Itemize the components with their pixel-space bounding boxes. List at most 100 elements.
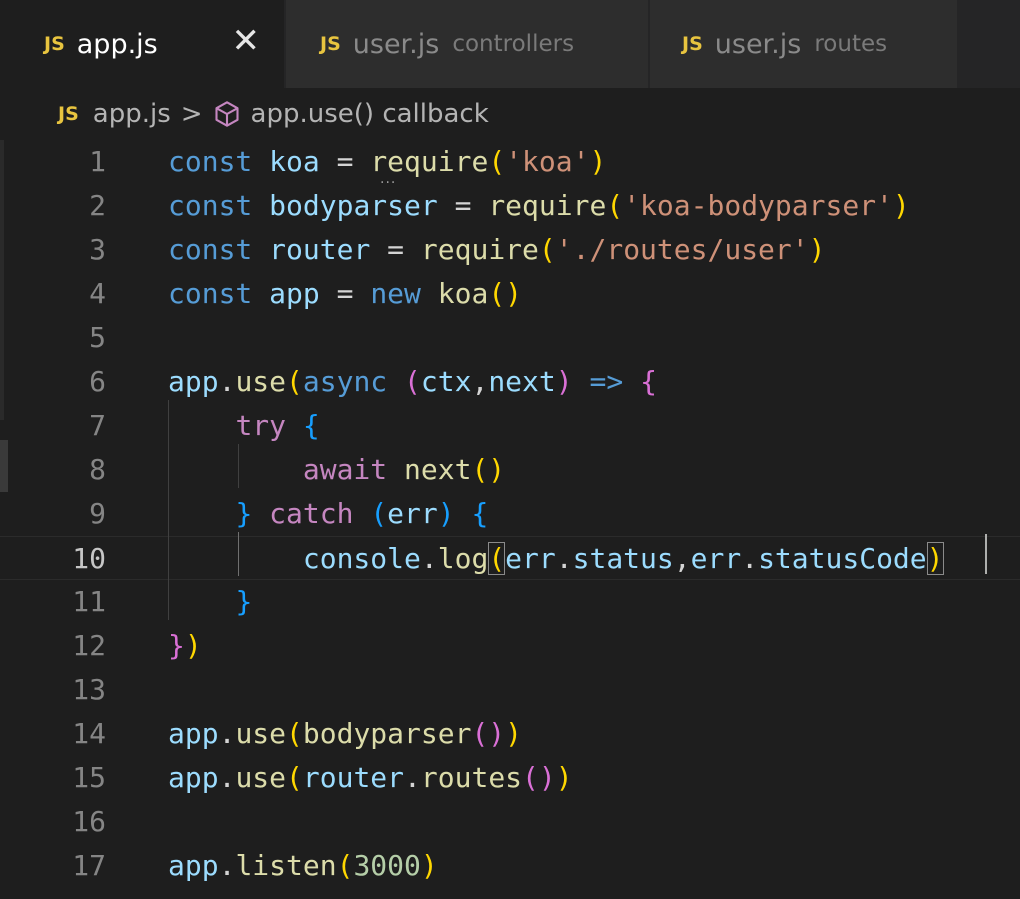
code-line[interactable]: 6 app.use(async (ctx,next) => {: [0, 360, 1020, 404]
code-token: ctx: [420, 365, 472, 398]
code-token: statusCode: [758, 542, 927, 575]
code-token: routes: [420, 761, 523, 794]
line-number: 15: [72, 761, 106, 794]
tab-description: routes: [814, 31, 888, 57]
code-token: (: [538, 233, 556, 266]
code-line[interactable]: 16: [0, 800, 1020, 844]
code-token: ): [555, 365, 573, 398]
indent-guide: [168, 400, 169, 620]
code-token: const: [168, 277, 253, 310]
line-number: 5: [89, 321, 106, 354]
code-text: const app = new koa(): [168, 272, 522, 316]
breadcrumb-symbol[interactable]: app.use() callback: [251, 99, 489, 129]
line-number: 10: [72, 542, 106, 575]
close-icon[interactable]: ✕: [232, 24, 261, 58]
code-token: =: [370, 233, 421, 266]
line-number: 3: [89, 233, 106, 266]
code-text: const bodyparser = require('koa-bodypars…: [168, 184, 910, 228]
code-text: try {: [168, 404, 320, 448]
line-number: 4: [89, 277, 106, 310]
code-token: await: [302, 453, 388, 486]
code-line[interactable]: 1 const koa = require('koa'): [0, 140, 1020, 184]
code-editor[interactable]: 1 const koa = require('koa') 2 const bodypa…: [0, 140, 1020, 899]
line-number: 8: [89, 453, 106, 486]
code-token: const: [168, 189, 253, 222]
code-line[interactable]: 8 await next(): [0, 448, 1020, 492]
code-line[interactable]: 14 app.use(bodyparser()): [0, 712, 1020, 756]
code-token: app: [168, 849, 219, 882]
code-token: (: [404, 365, 421, 398]
code-line[interactable]: 15 app.use(router.routes()): [0, 756, 1020, 800]
breadcrumb-file[interactable]: app.js: [93, 99, 171, 129]
code-token: (: [286, 761, 303, 794]
code-token: require: [420, 233, 539, 266]
code-token: err: [505, 542, 556, 575]
code-token: koa: [269, 145, 320, 178]
js-file-icon: JS: [682, 33, 703, 55]
code-token: }: [235, 585, 253, 618]
code-line[interactable]: 12}): [0, 624, 1020, 668]
code-token: require: [370, 145, 489, 178]
code-token: }: [235, 497, 253, 530]
code-line[interactable]: 7 try {: [0, 404, 1020, 448]
code-token: listen: [235, 849, 337, 882]
code-token: {: [302, 409, 320, 442]
code-text: app.use(bodyparser()): [168, 712, 522, 756]
code-token: ,: [673, 542, 691, 575]
code-text: }): [168, 624, 202, 668]
code-token: ): [184, 629, 202, 662]
tab-label: user.js: [714, 28, 802, 60]
code-line[interactable]: 4 const app = new koa(): [0, 272, 1020, 316]
code-text: }: [168, 580, 252, 624]
breadcrumb: JS app.js > app.use() callback: [0, 88, 1020, 140]
code-token: const: [168, 145, 253, 178]
code-token: =: [319, 145, 371, 178]
tab-user-js-controllers[interactable]: JS user.js controllers: [286, 0, 649, 88]
code-line[interactable]: 5: [0, 316, 1020, 360]
cube-icon: [214, 101, 239, 127]
code-token: 'koa-bodyparser': [623, 189, 893, 222]
indent-guide-active: [238, 532, 239, 576]
code-token: ): [892, 189, 910, 222]
tab-description: controllers: [452, 31, 575, 57]
code-line[interactable]: 17 app.listen(3000): [0, 844, 1020, 888]
code-line[interactable]: 13: [0, 668, 1020, 712]
code-text: } catch (err) {: [168, 492, 488, 536]
line-number: 13: [72, 673, 106, 706]
code-line[interactable]: 2 const bodyparser = require('koa-bodypar…: [0, 184, 1020, 228]
code-token: ): [437, 497, 455, 530]
code-token: (: [488, 145, 506, 178]
code-token: .: [218, 761, 236, 794]
code-line[interactable]: 9 } catch (err) {: [0, 492, 1020, 536]
code-token: }: [168, 629, 185, 662]
code-line[interactable]: 10 console.log(err.status,err.statusCode…: [0, 536, 1020, 580]
line-number: 16: [72, 805, 106, 838]
line-number: 17: [72, 849, 106, 882]
code-token: .: [218, 717, 236, 750]
tab-app-js[interactable]: JS app.js ✕: [0, 0, 285, 88]
code-token: 'koa': [505, 145, 590, 178]
code-line[interactable]: 3 const router = require('./routes/user'): [0, 228, 1020, 272]
code-text: const router = require('./routes/user'): [168, 228, 826, 272]
line-number: 2: [89, 189, 106, 222]
code-token: .: [741, 542, 759, 575]
code-token: ): [926, 542, 944, 575]
code-text: app.use(router.routes()): [168, 756, 573, 800]
code-token: koa: [437, 277, 489, 310]
code-token: .: [218, 365, 236, 398]
code-token: (): [522, 761, 556, 794]
tab-user-js-routes[interactable]: JS user.js routes: [650, 0, 958, 88]
code-token: require: [488, 189, 607, 222]
line-number: 6: [89, 365, 106, 398]
code-token: =: [437, 189, 489, 222]
code-token: =: [319, 277, 371, 310]
code-token: router: [302, 761, 405, 794]
code-line[interactable]: 11 }: [0, 580, 1020, 624]
code-token: {: [471, 497, 489, 530]
